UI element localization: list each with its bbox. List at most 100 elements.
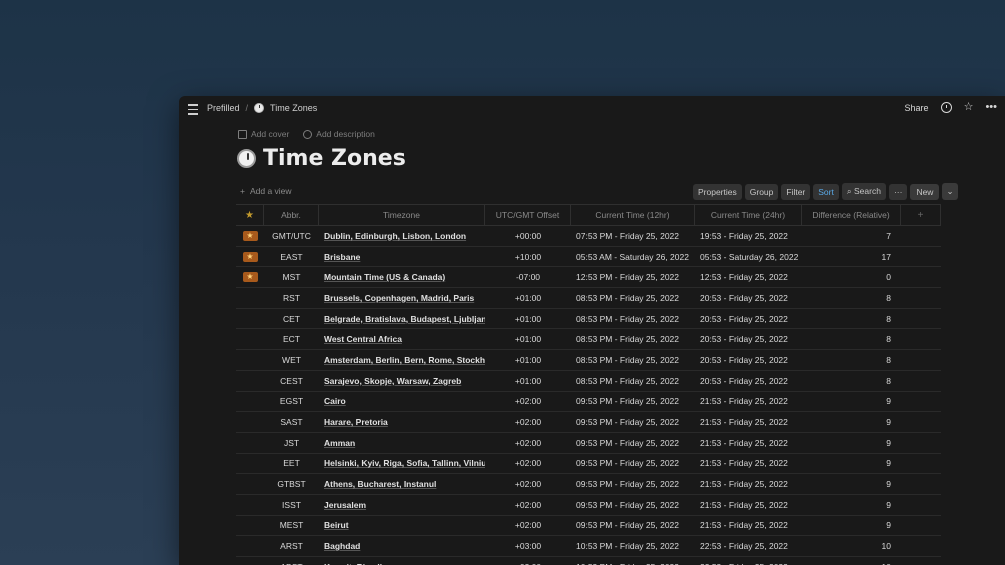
timezone-cell[interactable]: West Central Africa	[319, 334, 485, 344]
timezone-cell[interactable]: Cairo	[319, 396, 485, 406]
offset-cell[interactable]: +02:00	[485, 500, 571, 510]
time-12hr-cell[interactable]: 09:53 PM - Friday 25, 2022	[571, 458, 695, 468]
properties-button[interactable]: Properties	[693, 183, 742, 200]
header-abbr[interactable]: Abbr.	[264, 205, 319, 225]
time-24hr-cell[interactable]: 22:53 - Friday 25, 2022	[695, 541, 802, 551]
table-row[interactable]: CEST Sarajevo, Skopje, Warsaw, Zagreb +01:…	[236, 371, 941, 392]
time-12hr-cell[interactable]: 10:53 PM - Friday 25, 2022	[571, 541, 695, 551]
timezone-cell[interactable]: Baghdad	[319, 541, 485, 551]
difference-cell[interactable]: 9	[802, 458, 901, 468]
time-12hr-cell[interactable]: 09:53 PM - Friday 25, 2022	[571, 520, 695, 530]
abbr-cell[interactable]: SAST	[264, 417, 319, 427]
offset-cell[interactable]: +01:00	[485, 334, 571, 344]
more-button[interactable]: ···	[888, 183, 908, 200]
abbr-cell[interactable]: ARST	[264, 541, 319, 551]
offset-cell[interactable]: +02:00	[485, 479, 571, 489]
clock-icon[interactable]	[237, 149, 256, 168]
offset-cell[interactable]: -07:00	[485, 272, 571, 282]
time-24hr-cell[interactable]: 21:53 - Friday 25, 2022	[695, 396, 802, 406]
abbr-cell[interactable]: CEST	[264, 376, 319, 386]
table-row[interactable]: SAST Harare, Pretoria +02:00 09:53 PM - Fri…	[236, 412, 941, 433]
time-24hr-cell[interactable]: 20:53 - Friday 25, 2022	[695, 314, 802, 324]
difference-cell[interactable]: 10	[802, 541, 901, 551]
difference-cell[interactable]: 9	[802, 479, 901, 489]
table-row[interactable]: GTBST Athens, Bucharest, Instanul +02:00 09…	[236, 474, 941, 495]
abbr-cell[interactable]: RST	[264, 293, 319, 303]
table-row[interactable]: MEST Beirut +02:00 09:53 PM - Friday 25, 20…	[236, 516, 941, 537]
header-star[interactable]: ★	[236, 205, 264, 225]
offset-cell[interactable]: +02:00	[485, 458, 571, 468]
table-row[interactable]: EGST Cairo +02:00 09:53 PM - Friday 25, 202…	[236, 392, 941, 413]
difference-cell[interactable]: 8	[802, 314, 901, 324]
time-24hr-cell[interactable]: 21:53 - Friday 25, 2022	[695, 479, 802, 489]
time-24hr-cell[interactable]: 20:53 - Friday 25, 2022	[695, 376, 802, 386]
time-12hr-cell[interactable]: 07:53 PM - Friday 25, 2022	[571, 231, 695, 241]
abbr-cell[interactable]: EAST	[264, 252, 319, 262]
timezone-cell[interactable]: Harare, Pretoria	[319, 417, 485, 427]
table-row[interactable]: ECT West Central Africa +01:00 08:53 PM - F…	[236, 329, 941, 351]
table-row[interactable]: RST Brussels, Copenhagen, Madrid, Paris +0…	[236, 288, 941, 309]
search-button[interactable]: ⌕ Search	[841, 183, 886, 200]
timezone-cell[interactable]: Beirut	[319, 520, 485, 530]
offset-cell[interactable]: +02:00	[485, 396, 571, 406]
table-row[interactable]: JST Amman +02:00 09:53 PM - Friday 25, 2022…	[236, 433, 941, 454]
timezone-cell[interactable]: Sarajevo, Skopje, Warsaw, Zagreb	[319, 376, 485, 386]
abbr-cell[interactable]: GMT/UTC	[264, 231, 319, 241]
time-24hr-cell[interactable]: 20:53 - Friday 25, 2022	[695, 334, 802, 344]
favorite-star-icon[interactable]: ☆	[964, 102, 974, 113]
time-24hr-cell[interactable]: 21:53 - Friday 25, 2022	[695, 500, 802, 510]
table-row[interactable]: ★ GMT/UTC Dublin, Edinburgh, Lisbon, Londo…	[236, 226, 941, 247]
timezone-cell[interactable]: Brussels, Copenhagen, Madrid, Paris	[319, 293, 485, 303]
time-12hr-cell[interactable]: 09:53 PM - Friday 25, 2022	[571, 438, 695, 448]
difference-cell[interactable]: 7	[802, 231, 901, 241]
abbr-cell[interactable]: MST	[264, 272, 319, 282]
table-row[interactable]: ABSTKuwait, Riyadh+03:0010:53 PM - Frida…	[236, 557, 941, 565]
offset-cell[interactable]: +01:00	[485, 355, 571, 365]
table-row[interactable]: WET Amsterdam, Berlin, Bern, Rome, Stockh…	[236, 350, 941, 371]
timezone-cell[interactable]: Helsinki, Kyiv, Riga, Sofia, Tallinn, Vi…	[319, 458, 485, 468]
menu-icon[interactable]	[188, 104, 198, 115]
header-timezone[interactable]: Timezone	[319, 205, 485, 225]
time-12hr-cell[interactable]: 09:53 PM - Friday 25, 2022	[571, 396, 695, 406]
difference-cell[interactable]: 8	[802, 376, 901, 386]
time-24hr-cell[interactable]: 20:53 - Friday 25, 2022	[695, 355, 802, 365]
offset-cell[interactable]: +10:00	[485, 252, 571, 262]
difference-cell[interactable]: 9	[802, 500, 901, 510]
time-12hr-cell[interactable]: 08:53 PM - Friday 25, 2022	[571, 376, 695, 386]
abbr-cell[interactable]: GTBST	[264, 479, 319, 489]
difference-cell[interactable]: 17	[802, 252, 901, 262]
time-12hr-cell[interactable]: 08:53 PM - Friday 25, 2022	[571, 355, 695, 365]
abbr-cell[interactable]: EET	[264, 458, 319, 468]
timezone-cell[interactable]: Brisbane	[319, 252, 485, 262]
more-options-icon[interactable]: •••	[985, 102, 997, 113]
time-24hr-cell[interactable]: 05:53 - Saturday 26, 2022	[695, 252, 802, 262]
timezone-cell[interactable]: Amsterdam, Berlin, Bern, Rome, Stockholm	[319, 355, 485, 365]
sort-button[interactable]: Sort	[813, 183, 839, 200]
table-row[interactable]: ★ EAST Brisbane +10:00 05:53 AM - Saturday 2…	[236, 247, 941, 268]
time-24hr-cell[interactable]: 21:53 - Friday 25, 2022	[695, 438, 802, 448]
table-row[interactable]: ISST Jerusalem +02:00 09:53 PM - Friday 25,…	[236, 495, 941, 516]
add-description-button[interactable]: Add description	[303, 129, 375, 139]
group-button[interactable]: Group	[744, 183, 779, 200]
offset-cell[interactable]: +01:00	[485, 376, 571, 386]
time-12hr-cell[interactable]: 08:53 PM - Friday 25, 2022	[571, 314, 695, 324]
timezone-cell[interactable]: Belgrade, Bratislava, Budapest, Ljubljan…	[319, 314, 485, 324]
timezone-cell[interactable]: Amman	[319, 438, 485, 448]
table-row[interactable]: EET Helsinki, Kyiv, Riga, Sofia, Tallinn,…	[236, 454, 941, 475]
time-24hr-cell[interactable]: 20:53 - Friday 25, 2022	[695, 293, 802, 303]
header-offset[interactable]: UTC/GMT Offset	[485, 205, 571, 225]
header-difference[interactable]: Difference (Relative)	[802, 205, 901, 225]
time-24hr-cell[interactable]: 21:53 - Friday 25, 2022	[695, 417, 802, 427]
abbr-cell[interactable]: EGST	[264, 396, 319, 406]
offset-cell[interactable]: +02:00	[485, 417, 571, 427]
time-12hr-cell[interactable]: 12:53 PM - Friday 25, 2022	[571, 272, 695, 282]
offset-cell[interactable]: +02:00	[485, 520, 571, 530]
add-view-button[interactable]: + Add a view	[240, 186, 292, 196]
new-button[interactable]: New	[910, 183, 940, 200]
timezone-cell[interactable]: Dublin, Edinburgh, Lisbon, London	[319, 231, 485, 241]
time-12hr-cell[interactable]: 08:53 PM - Friday 25, 2022	[571, 293, 695, 303]
time-12hr-cell[interactable]: 08:53 PM - Friday 25, 2022	[571, 334, 695, 344]
offset-cell[interactable]: +03:00	[485, 541, 571, 551]
header-time-12hr[interactable]: Current Time (12hr)	[571, 205, 695, 225]
add-column-button[interactable]: +	[901, 205, 941, 225]
